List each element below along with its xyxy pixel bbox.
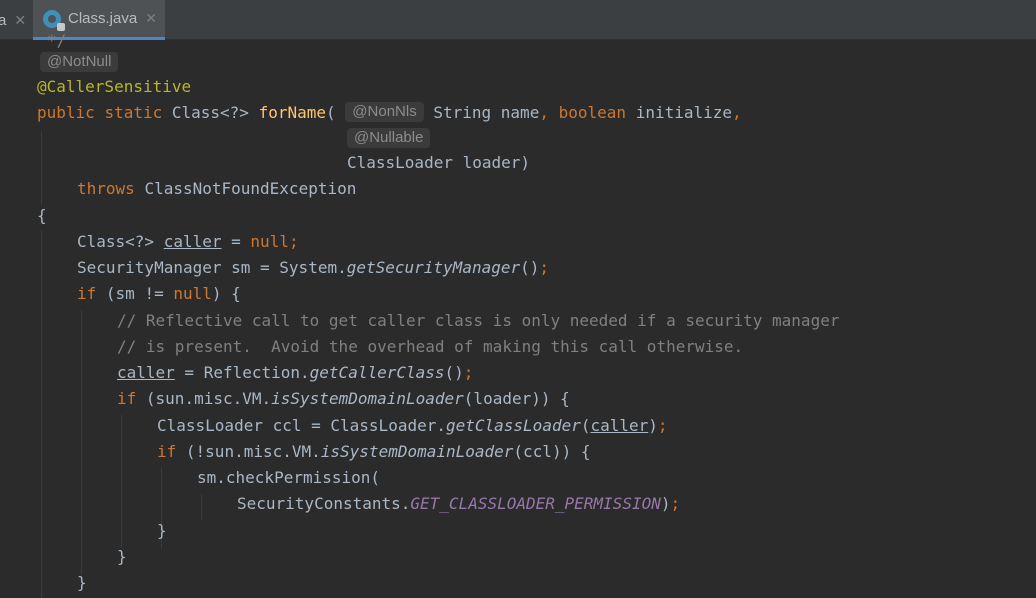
keyword: null — [173, 284, 212, 303]
code-line: @CallerSensitive — [37, 74, 191, 100]
comma: , — [539, 103, 549, 122]
code-editor[interactable]: */ @NotNull @CallerSensitive public stat… — [0, 31, 1036, 598]
inlay-hint-nullable: @Nullable — [347, 128, 431, 148]
brace: } — [157, 521, 167, 540]
tab-label: Class.java — [68, 10, 138, 27]
operator: = — [231, 232, 241, 251]
constant: GET_CLASSLOADER_PERMISSION — [410, 494, 661, 513]
indent-guide — [121, 415, 122, 547]
method-call: getClassLoader — [445, 416, 581, 435]
variable: caller — [163, 232, 222, 251]
method-name: forName — [258, 103, 327, 122]
code-line: // Reflective call to get caller class i… — [117, 308, 839, 334]
brace: { — [37, 206, 47, 225]
code-line: if (!sun.misc.VM.isSystemDomainLoader(cc… — [157, 439, 590, 465]
annotation: @CallerSensitive — [37, 77, 192, 96]
code-line: { — [37, 203, 47, 229]
statement: (loader)) { — [463, 389, 570, 408]
method-call: getSecurityManager — [346, 258, 521, 277]
indent-guide — [201, 494, 202, 520]
code-line: sm.checkPermission( — [197, 465, 380, 491]
code-line: SecurityConstants.GET_CLASSLOADER_PERMIS… — [237, 491, 680, 517]
keyword: throws — [77, 179, 135, 198]
brace: } — [77, 573, 87, 592]
brace: } — [117, 547, 127, 566]
code-line: if (sm != null) { — [77, 281, 241, 307]
variable: caller — [117, 363, 175, 382]
statement: (ccl)) { — [513, 442, 591, 461]
code-line: if (sun.misc.VM.isSystemDomainLoader(loa… — [117, 386, 570, 412]
type-name: Class<?> — [171, 103, 249, 122]
method-call: isSystemDomainLoader — [320, 442, 514, 461]
semicolon: ; — [657, 416, 668, 435]
method-call: getCallerClass — [309, 363, 445, 382]
inlay-hint-notnull: @NotNull — [40, 52, 119, 72]
statement: (sm != — [105, 284, 174, 303]
keyword: static — [104, 103, 163, 122]
code-line: @NotNull — [40, 50, 119, 76]
editor-tab-bar: a ✕ Class.java ✕ — [0, 0, 1036, 40]
type-name: Class<?> — [77, 232, 155, 251]
statement: () — [444, 363, 464, 382]
statement: SecurityConstants. — [237, 494, 411, 513]
java-class-file-icon — [43, 9, 65, 31]
statement: SecurityManager sm = System. — [77, 258, 347, 277]
statement: (sun.misc.VM. — [145, 389, 272, 408]
indent-guide — [41, 230, 42, 598]
param: String name — [433, 103, 540, 122]
code-line: Class<?> caller = null; — [77, 229, 299, 255]
code-line: // is present. Avoid the overhead of mak… — [117, 334, 743, 360]
semicolon: ; — [288, 232, 299, 251]
close-icon[interactable]: ✕ — [14, 12, 26, 29]
param: ClassLoader loader) — [347, 153, 531, 172]
tab-previous-file[interactable]: a ✕ — [0, 0, 26, 40]
code-line: @Nullable — [347, 126, 431, 152]
code-line: ClassLoader ccl = ClassLoader.getClassLo… — [157, 413, 668, 439]
statement: (!sun.misc.VM. — [185, 442, 321, 461]
semicolon: ; — [463, 363, 474, 382]
paren: ( — [326, 103, 336, 122]
code-line: ClassLoader loader) — [347, 150, 530, 176]
indent-guide — [81, 310, 82, 574]
keyword: public — [37, 103, 95, 122]
lock-icon — [57, 22, 65, 31]
tab-label: a — [0, 11, 7, 29]
keyword: boolean — [558, 103, 627, 122]
code-line: throws ClassNotFoundException — [77, 176, 356, 202]
semicolon: ; — [670, 494, 681, 513]
keyword: if — [157, 442, 177, 461]
indent-guide — [41, 132, 42, 204]
variable: caller — [590, 416, 649, 435]
statement: ) { — [211, 284, 241, 303]
type-name: ClassNotFoundException — [144, 179, 357, 198]
keyword: if — [77, 284, 97, 303]
statement: ClassLoader ccl = ClassLoader. — [157, 416, 446, 435]
code-line: } — [117, 544, 127, 570]
code-line: SecurityManager sm = System.getSecurityM… — [77, 255, 549, 281]
code-line: } — [77, 570, 87, 596]
method-call: isSystemDomainLoader — [271, 389, 464, 408]
comma: , — [732, 103, 742, 122]
semicolon: ; — [539, 258, 550, 277]
keyword: null — [250, 232, 289, 251]
code-line: } — [157, 518, 167, 544]
keyword: if — [117, 389, 137, 408]
param: initialize — [635, 103, 733, 122]
close-icon[interactable]: ✕ — [145, 10, 157, 27]
statement: () — [520, 258, 540, 277]
comment: */ — [47, 31, 67, 50]
statement: = Reflection. — [174, 363, 310, 382]
code-line: caller = Reflection.getCallerClass(); — [117, 360, 473, 386]
statement: sm.checkPermission( — [197, 468, 381, 487]
comment: // Reflective call to get caller class i… — [117, 311, 840, 330]
inlay-hint-nonnls: @NonNls — [345, 102, 424, 122]
paren: ) — [648, 416, 658, 435]
comment: // is present. Avoid the overhead of mak… — [117, 337, 744, 356]
code-line: public static Class<?> forName( @NonNls … — [37, 100, 742, 126]
